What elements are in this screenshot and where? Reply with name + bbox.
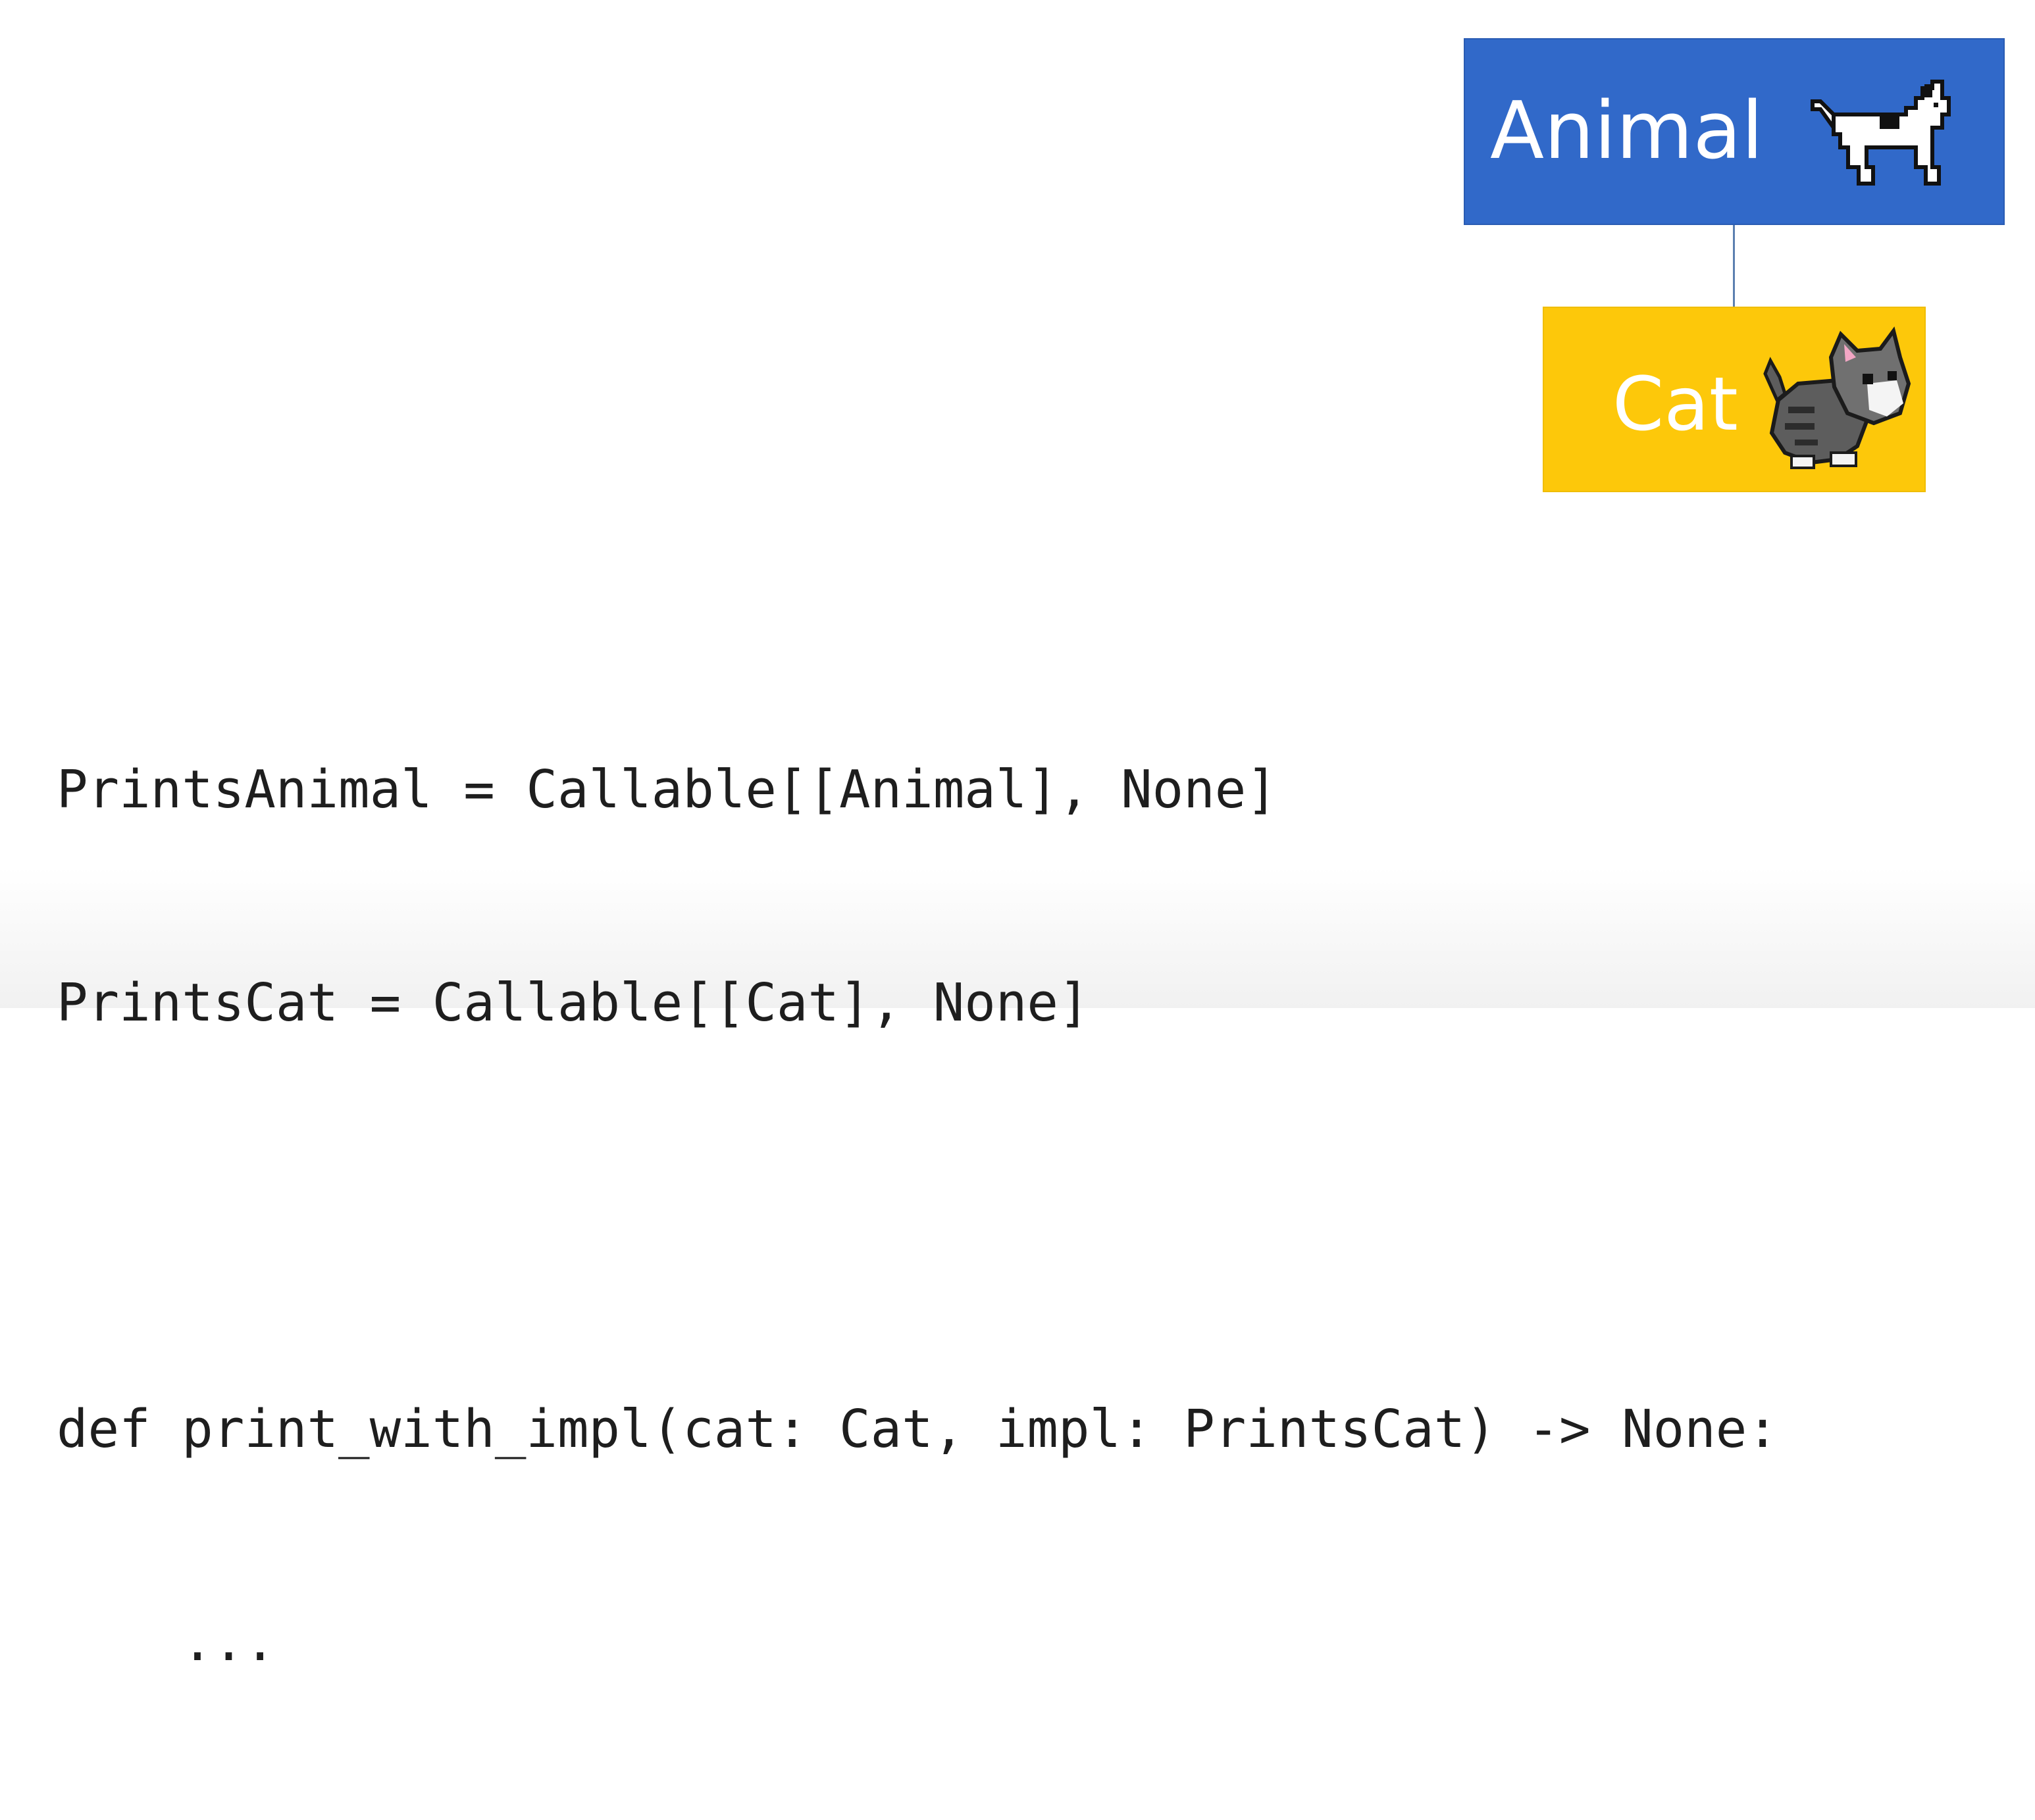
- code-line: def print_with_impl(cat: Cat, impl: Prin…: [57, 1399, 1778, 1459]
- cat-class-box: Cat: [1543, 307, 1926, 492]
- code-line: ...: [57, 1612, 276, 1673]
- cat-class-label: Cat: [1612, 362, 1738, 447]
- inheritance-connector: [1733, 225, 1735, 307]
- dog-icon: [1811, 80, 1951, 186]
- cat-icon: [1763, 326, 1911, 469]
- slide: Animal Cat PrintsAnimal = Callable[[Anim…: [0, 0, 2035, 1673]
- code-line: PrintsCat = Callable[[Cat], None]: [57, 973, 1090, 1033]
- code-line: PrintsAnimal = Callable[[Animal], None]: [57, 759, 1277, 820]
- animal-class-box: Animal: [1464, 38, 2005, 225]
- code-block: PrintsAnimal = Callable[[Animal], None] …: [57, 612, 1778, 1820]
- animal-class-label: Animal: [1490, 86, 1764, 177]
